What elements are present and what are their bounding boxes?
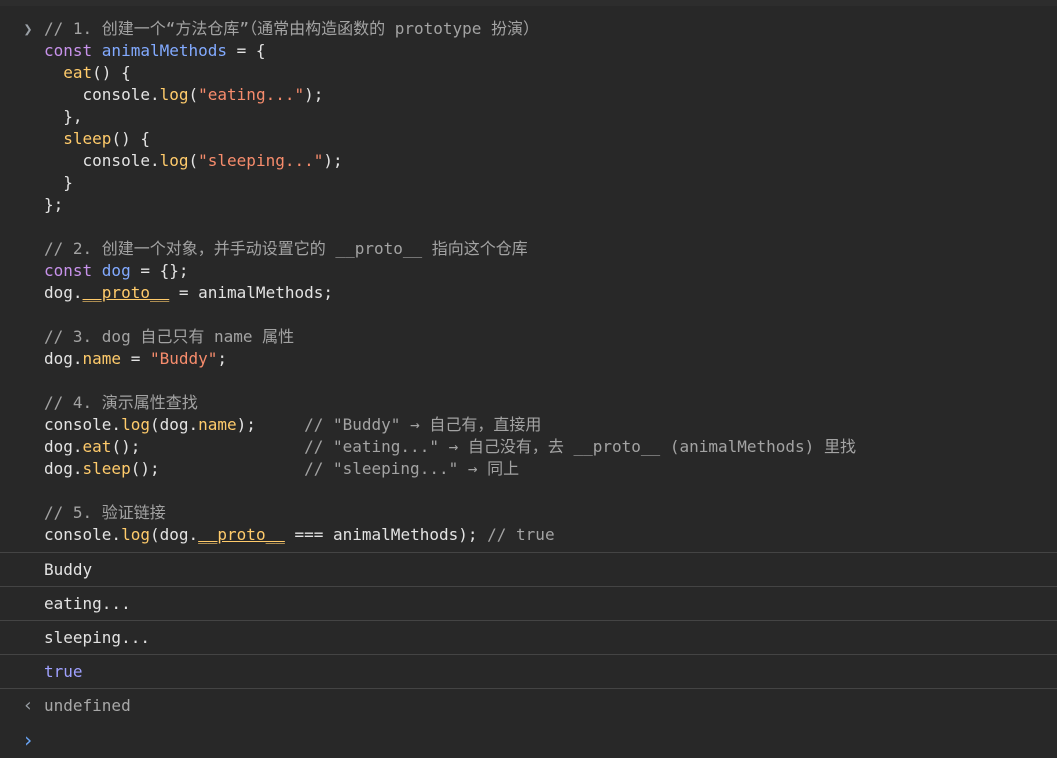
code-token: sleep xyxy=(82,459,131,478)
code-token: console. xyxy=(44,415,122,434)
code-line: }; xyxy=(44,194,856,216)
code-block[interactable]: // 1. 创建一个“方法仓库”（通常由构造函数的 prototype 扮演） c… xyxy=(44,18,856,546)
console-output-row: Buddy xyxy=(0,552,1057,586)
code-token: (dog. xyxy=(149,525,199,544)
console-output-row: sleeping... xyxy=(0,620,1057,654)
code-token: // 4. 演示属性查找 xyxy=(44,393,198,412)
new-prompt-caret-icon: › xyxy=(21,728,35,752)
code-token: // "Buddy" → 自己有，直接用 xyxy=(304,415,542,434)
code-token: = xyxy=(121,349,150,368)
input-prompt-icon: ❯ xyxy=(23,20,33,38)
console-output-row: eating... xyxy=(0,586,1057,620)
code-token: dog. xyxy=(44,283,83,302)
code-token: = { xyxy=(227,41,266,60)
code-token: eat xyxy=(63,63,93,82)
code-token: ( xyxy=(188,85,199,104)
code-token: dog. xyxy=(44,437,83,456)
code-token: ( xyxy=(188,151,199,170)
code-line: dog.name = "Buddy"; xyxy=(44,348,856,370)
code-token: (); xyxy=(130,459,305,478)
code-token: eat xyxy=(82,437,112,456)
code-line: const dog = {}; xyxy=(44,260,856,282)
output-text: eating... xyxy=(44,594,131,613)
return-value: undefined xyxy=(44,696,131,715)
code-token: // 5. 验证链接 xyxy=(44,503,166,522)
code-line: eat() { xyxy=(44,62,856,84)
code-token: ); xyxy=(304,85,324,104)
code-token: console. xyxy=(44,525,122,544)
code-token: (dog. xyxy=(149,415,199,434)
code-line: } xyxy=(44,172,856,194)
code-token: const xyxy=(44,41,102,60)
console-prompt-line[interactable]: › xyxy=(0,722,1057,758)
code-token: animalMethods xyxy=(101,41,228,60)
code-token: === animalMethods); xyxy=(284,525,488,544)
code-token: () { xyxy=(92,63,131,82)
code-token: "eating..." xyxy=(198,85,305,104)
code-line: // 3. dog 自己只有 name 属性 xyxy=(44,326,856,348)
console-input-entry[interactable]: ❯ // 1. 创建一个“方法仓库”（通常由构造函数的 prototype 扮演… xyxy=(0,0,1057,552)
code-token: log xyxy=(121,415,150,434)
code-line: sleep() { xyxy=(44,128,856,150)
code-token: log xyxy=(159,151,189,170)
code-token: "sleeping..." xyxy=(198,151,324,170)
code-token: log xyxy=(121,525,150,544)
code-line: // 5. 验证链接 xyxy=(44,502,856,524)
code-line: // 4. 演示属性查找 xyxy=(44,392,856,414)
code-line: }, xyxy=(44,106,856,128)
code-token: ; xyxy=(217,349,228,368)
console-return-row: ‹ undefined xyxy=(0,688,1057,722)
code-token: ); xyxy=(323,151,343,170)
code-line: // 1. 创建一个“方法仓库”（通常由构造函数的 prototype 扮演） xyxy=(44,18,856,40)
code-token: // "eating..." → 自己没有，去 __proto__ (anima… xyxy=(304,437,856,456)
code-token: __proto__ xyxy=(198,525,285,544)
code-line: console.log(dog.name); // "Buddy" → 自己有，… xyxy=(44,414,856,436)
code-token: }; xyxy=(44,195,64,214)
code-token: sleep xyxy=(63,129,112,148)
code-token: dog. xyxy=(44,459,83,478)
code-token: dog xyxy=(101,261,131,280)
code-token: = animalMethods; xyxy=(169,283,333,302)
code-token: name xyxy=(198,415,237,434)
code-token: // 1. 创建一个“方法仓库”（通常由构造函数的 prototype 扮演） xyxy=(44,19,540,38)
code-token: ); xyxy=(236,415,305,434)
code-line: console.log("eating..."); xyxy=(44,84,856,106)
console-output-row: true xyxy=(0,654,1057,688)
code-token: // 3. dog 自己只有 name 属性 xyxy=(44,327,295,346)
code-token: // true xyxy=(487,525,555,544)
code-line: console.log("sleeping..."); xyxy=(44,150,856,172)
code-token: }, xyxy=(44,107,83,126)
code-line: // 2. 创建一个对象，并手动设置它的 __proto__ 指向这个仓库 xyxy=(44,238,856,260)
output-boolean: true xyxy=(44,662,83,681)
code-token: console. xyxy=(44,151,160,170)
code-token: () { xyxy=(111,129,150,148)
code-line: console.log(dog.__proto__ === animalMeth… xyxy=(44,524,856,546)
code-token: // "sleeping..." → 同上 xyxy=(304,459,520,478)
output-text: Buddy xyxy=(44,560,93,579)
code-token: log xyxy=(159,85,189,104)
code-token: // 2. 创建一个对象，并手动设置它的 __proto__ 指向这个仓库 xyxy=(44,239,528,258)
code-line: dog.sleep(); // "sleeping..." → 同上 xyxy=(44,458,856,480)
code-token: name xyxy=(82,349,122,368)
code-token: = {}; xyxy=(130,261,189,280)
code-line: dog.__proto__ = animalMethods; xyxy=(44,282,856,304)
code-line: dog.eat(); // "eating..." → 自己没有，去 __pro… xyxy=(44,436,856,458)
code-token: __proto__ xyxy=(82,283,170,302)
code-token: console. xyxy=(44,85,160,104)
code-token: } xyxy=(44,173,73,192)
code-token: (); xyxy=(111,437,305,456)
devtools-console: ❯ // 1. 创建一个“方法仓库”（通常由构造函数的 prototype 扮演… xyxy=(0,0,1057,758)
code-line: const animalMethods = { xyxy=(44,40,856,62)
code-token: dog. xyxy=(44,349,83,368)
return-arrow-icon: ‹ xyxy=(22,695,34,716)
code-token: "Buddy" xyxy=(149,349,218,368)
output-text: sleeping... xyxy=(44,628,150,647)
code-token: const xyxy=(44,261,102,280)
